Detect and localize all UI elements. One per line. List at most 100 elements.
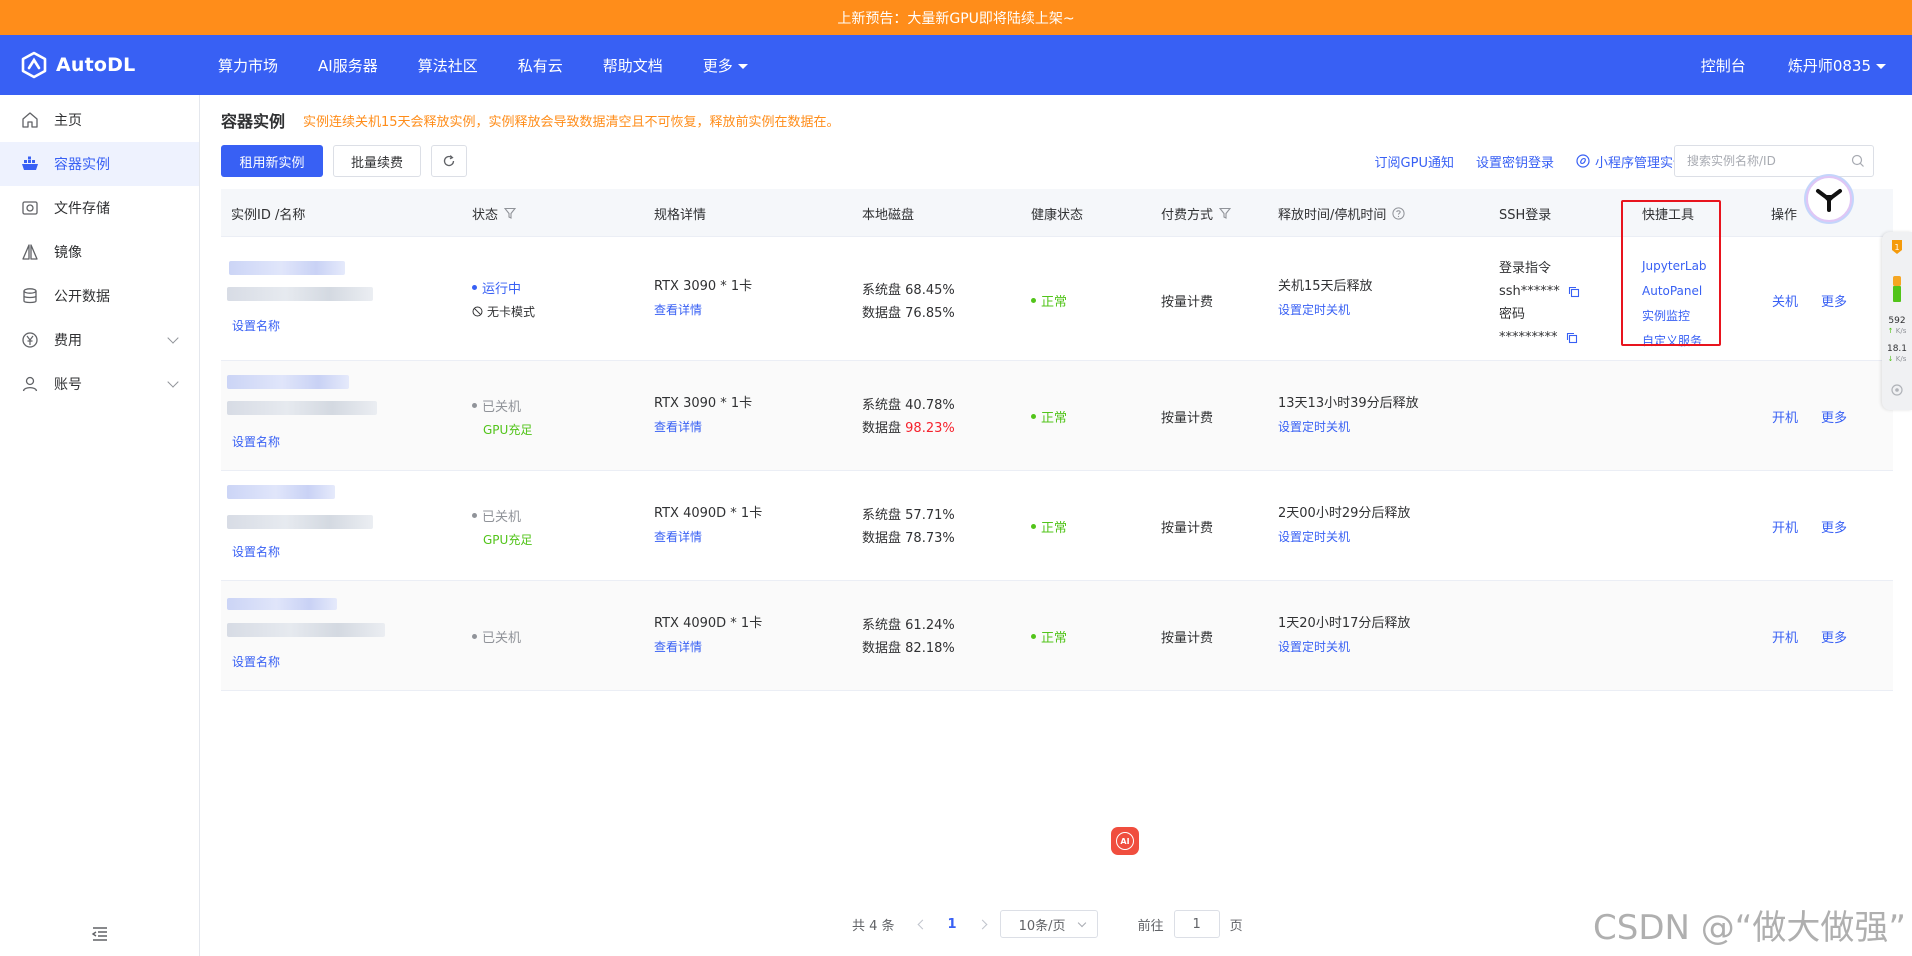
nav-private-cloud[interactable]: 私有云 — [518, 55, 563, 76]
rename-link[interactable]: 设置名称 — [232, 543, 280, 560]
sidebar-item-account[interactable]: 账号 — [0, 362, 199, 406]
nav-compute-market[interactable]: 算力市场 — [218, 55, 278, 76]
nav-algorithm-community[interactable]: 算法社区 — [418, 55, 478, 76]
release-warning: 实例连续关机15天会释放实例，实例释放会导致数据清空且不可恢复，释放前实例在数据… — [303, 114, 840, 130]
set-shutdown-link[interactable]: 设置定时关机 — [1278, 301, 1373, 318]
custom-service-link[interactable]: 自定义服务 — [1642, 329, 1707, 354]
autopanel-link[interactable]: AutoPanel — [1642, 279, 1707, 304]
speed-unit-text: K/s — [1895, 355, 1907, 363]
release-text: 1天20小时17分后释放 — [1278, 616, 1411, 631]
nav-more[interactable]: 更多 — [703, 55, 748, 76]
no-gpu-icon — [472, 306, 483, 317]
data-disk-value: 98.23% — [905, 421, 955, 436]
page-number-current[interactable]: 1 — [948, 917, 957, 932]
page-size-select[interactable]: 10条/页 — [999, 910, 1098, 938]
rename-link[interactable]: 设置名称 — [232, 433, 280, 450]
more-button[interactable]: 更多 — [1821, 407, 1847, 426]
table-header: 实例ID /名称 状态 规格详情 本地磁盘 健康状态 付费方式 释放时间/停机时… — [221, 189, 1893, 237]
rename-link[interactable]: 设置名称 — [232, 653, 280, 670]
sidebar-item-home[interactable]: 主页 — [0, 98, 199, 142]
view-detail-link[interactable]: 查看详情 — [654, 528, 762, 545]
miniprogram-manage-link[interactable]: 小程序管理实例 — [1576, 152, 1686, 171]
col-header-release: 释放时间/停机时间 — [1278, 189, 1405, 237]
gpu-spec: RTX 4090D * 1卡 — [654, 616, 763, 631]
rent-new-instance-button[interactable]: 租用新实例 — [221, 145, 323, 177]
status-dot — [472, 634, 477, 639]
sidebar-item-images[interactable]: 镜像 — [0, 230, 199, 274]
more-button[interactable]: 更多 — [1821, 627, 1847, 646]
filter-icon[interactable] — [1219, 207, 1232, 219]
download-speed: 18.1 ↓ K/s — [1882, 344, 1912, 364]
prev-page-icon[interactable] — [917, 919, 927, 929]
health-text: 正常 — [1041, 295, 1068, 310]
health-dot — [1031, 414, 1036, 419]
spec-cell: RTX 3090 * 1卡 查看详情 — [654, 392, 752, 435]
health-text: 正常 — [1041, 411, 1068, 426]
next-page-icon[interactable] — [977, 919, 988, 929]
redacted-instance-id — [227, 485, 335, 499]
start-button[interactable]: 开机 — [1772, 627, 1798, 646]
start-button[interactable]: 开机 — [1772, 407, 1798, 426]
key-login-link[interactable]: 设置密钥登录 — [1476, 152, 1554, 171]
release-text: 2天00小时29分后释放 — [1278, 506, 1411, 521]
col-header-health: 健康状态 — [1031, 207, 1084, 223]
sidebar-item-containers[interactable]: 容器实例 — [0, 142, 199, 186]
status-dot — [472, 513, 477, 518]
sidebar-item-label: 公开数据 — [54, 289, 110, 305]
sidebar-item-public-data[interactable]: 公开数据 — [0, 274, 199, 318]
more-button[interactable]: 更多 — [1821, 517, 1847, 536]
filter-icon[interactable] — [504, 207, 517, 219]
table-row: 设置名称 已关机 RTX 4090D * 1卡 查看详情 系统盘 61.24% … — [221, 581, 1893, 691]
goto-page-input[interactable] — [1173, 910, 1220, 938]
collapse-sidebar-icon[interactable] — [90, 924, 110, 944]
pagination: 共 4 条 1 10条/页 前往 页 — [852, 910, 1243, 938]
set-shutdown-link[interactable]: 设置定时关机 — [1278, 418, 1419, 435]
view-detail-link[interactable]: 查看详情 — [654, 418, 752, 435]
billing-cell: 按量计费 — [1161, 411, 1214, 426]
set-shutdown-link[interactable]: 设置定时关机 — [1278, 528, 1410, 545]
nav-console[interactable]: 控制台 — [1701, 55, 1746, 76]
sidebar-item-billing[interactable]: 费用 — [0, 318, 199, 362]
status-cell: 已关机 — [472, 627, 521, 646]
copy-icon[interactable] — [1566, 332, 1578, 344]
shutdown-button[interactable]: 关机 — [1772, 291, 1798, 310]
ssh-cmd-label: 登录指令 — [1499, 261, 1552, 276]
col-header-id: 实例ID /名称 — [231, 207, 306, 223]
sys-disk-value: 68.45% — [905, 283, 955, 298]
subscribe-gpu-notify-link[interactable]: 订阅GPU通知 — [1375, 152, 1454, 171]
jupyterlab-link[interactable]: JupyterLab — [1642, 254, 1707, 279]
instances-table: 实例ID /名称 状态 规格详情 本地磁盘 健康状态 付费方式 释放时间/停机时… — [221, 189, 1893, 691]
help-icon[interactable] — [1392, 206, 1405, 220]
copy-icon[interactable] — [1568, 286, 1580, 298]
floating-assistant-avatar[interactable] — [1806, 176, 1852, 222]
batch-renew-button[interactable]: 批量续费 — [333, 145, 421, 177]
table-row: 设置名称 已关机 GPU充足 RTX 3090 * 1卡 查看详情 系统盘 40… — [221, 361, 1893, 471]
refresh-button[interactable] — [431, 145, 467, 177]
more-button[interactable]: 更多 — [1821, 291, 1847, 310]
sidebar: 主页 容器实例 文件存储 镜像 公开数据 费用 账号 — [0, 95, 200, 956]
health-cell: 正常 — [1031, 407, 1067, 426]
network-speed-widget[interactable]: 1 592 ↑ K/s 18.1 ↓ K/s — [1882, 232, 1912, 410]
sidebar-item-file-storage[interactable]: 文件存储 — [0, 186, 199, 230]
view-detail-link[interactable]: 查看详情 — [654, 638, 762, 655]
view-detail-link[interactable]: 查看详情 — [654, 301, 752, 318]
search-input[interactable] — [1674, 145, 1874, 177]
rename-link[interactable]: 设置名称 — [232, 317, 280, 334]
sys-disk-value: 40.78% — [905, 398, 955, 413]
set-shutdown-link[interactable]: 设置定时关机 — [1278, 638, 1410, 655]
col-header-label: 状态 — [472, 207, 499, 223]
redacted-instance-name — [227, 401, 377, 415]
nav-help-docs[interactable]: 帮助文档 — [603, 55, 663, 76]
logo[interactable]: AutoDL — [20, 51, 135, 79]
refresh-icon — [443, 155, 455, 167]
col-header-label: 付费方式 — [1161, 207, 1214, 223]
chevron-down-icon — [1077, 918, 1086, 927]
sys-disk-label: 系统盘 — [862, 283, 902, 298]
instance-monitor-link[interactable]: 实例监控 — [1642, 304, 1707, 329]
ssh-cmd-value: ssh****** — [1499, 284, 1560, 299]
user-menu[interactable]: 炼丹师0835 — [1788, 55, 1886, 76]
ai-assistant-button[interactable]: AI — [1111, 827, 1139, 855]
redacted-instance-id — [229, 261, 345, 275]
start-button[interactable]: 开机 — [1772, 517, 1798, 536]
nav-ai-server[interactable]: AI服务器 — [318, 55, 378, 76]
